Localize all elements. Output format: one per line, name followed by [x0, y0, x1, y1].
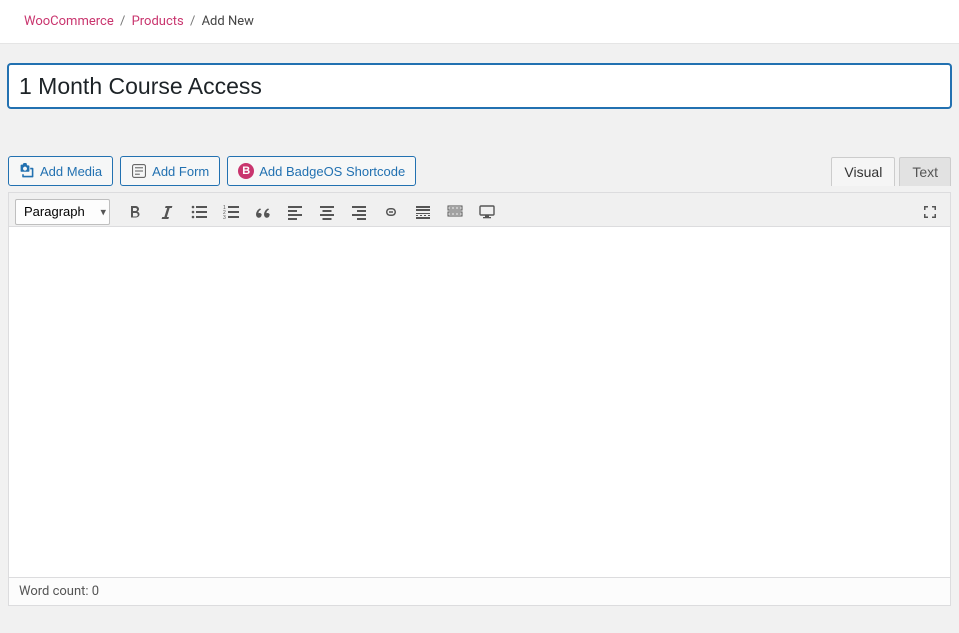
- editor-toolbar: Paragraph 123: [9, 193, 950, 227]
- product-title-input[interactable]: [8, 64, 951, 108]
- italic-icon: [157, 202, 177, 222]
- breadcrumb-woo[interactable]: WooCommerce: [24, 14, 114, 29]
- format-select[interactable]: Paragraph: [15, 199, 110, 225]
- align-left-button[interactable]: [281, 198, 309, 226]
- fullscreen-button[interactable]: [916, 198, 944, 226]
- add-badgeos-button[interactable]: B Add BadgeOS Shortcode: [227, 156, 416, 186]
- bold-icon: [125, 202, 145, 222]
- form-icon: [131, 163, 147, 179]
- tab-visual[interactable]: Visual: [831, 157, 895, 186]
- word-count-value: 0: [92, 584, 99, 599]
- breadcrumb-separator: /: [120, 14, 125, 29]
- align-right-icon: [349, 202, 369, 222]
- align-center-button[interactable]: [313, 198, 341, 226]
- breadcrumb: WooCommerce / Products / Add New: [0, 0, 959, 44]
- tab-text[interactable]: Text: [899, 157, 951, 186]
- editor-tabs: Visual Text: [827, 157, 951, 186]
- link-icon: [381, 202, 401, 222]
- breadcrumb-products[interactable]: Products: [132, 14, 184, 29]
- toolbar-toggle-button[interactable]: [441, 198, 469, 226]
- add-media-button[interactable]: Add Media: [8, 156, 113, 186]
- breadcrumb-current: Add New: [202, 14, 254, 29]
- svg-text:3: 3: [223, 215, 226, 221]
- toolbar-toggle-icon: [445, 202, 465, 222]
- blockquote-button[interactable]: [249, 198, 277, 226]
- add-form-button[interactable]: Add Form: [120, 156, 220, 186]
- editor-block: Add Media Add Form B Add BadgeOS Shortco…: [8, 156, 951, 606]
- badge-icon: B: [238, 163, 254, 179]
- bullet-list-button[interactable]: [185, 198, 213, 226]
- insert-more-button[interactable]: [409, 198, 437, 226]
- numbered-list-button[interactable]: 123: [217, 198, 245, 226]
- more-tag-icon: [413, 202, 433, 222]
- editor-canvas[interactable]: [9, 227, 950, 577]
- align-right-button[interactable]: [345, 198, 373, 226]
- italic-button[interactable]: [153, 198, 181, 226]
- distraction-free-button[interactable]: [473, 198, 501, 226]
- insert-link-button[interactable]: [377, 198, 405, 226]
- add-media-label: Add Media: [40, 164, 102, 179]
- add-badgeos-label: Add BadgeOS Shortcode: [259, 164, 405, 179]
- align-center-icon: [317, 202, 337, 222]
- word-count-label: Word count:: [19, 584, 92, 599]
- bold-button[interactable]: [121, 198, 149, 226]
- align-left-icon: [285, 202, 305, 222]
- breadcrumb-separator: /: [190, 14, 195, 29]
- quote-icon: [253, 202, 273, 222]
- editor-container: Paragraph 123: [8, 192, 951, 606]
- fullscreen-icon: [920, 202, 940, 222]
- numbered-list-icon: 123: [221, 202, 241, 222]
- media-icon: [19, 163, 35, 179]
- status-bar: Word count: 0: [9, 577, 950, 605]
- bullet-list-icon: [189, 202, 209, 222]
- media-buttons-row: Add Media Add Form B Add BadgeOS Shortco…: [8, 156, 416, 186]
- add-form-label: Add Form: [152, 164, 209, 179]
- monitor-icon: [477, 202, 497, 222]
